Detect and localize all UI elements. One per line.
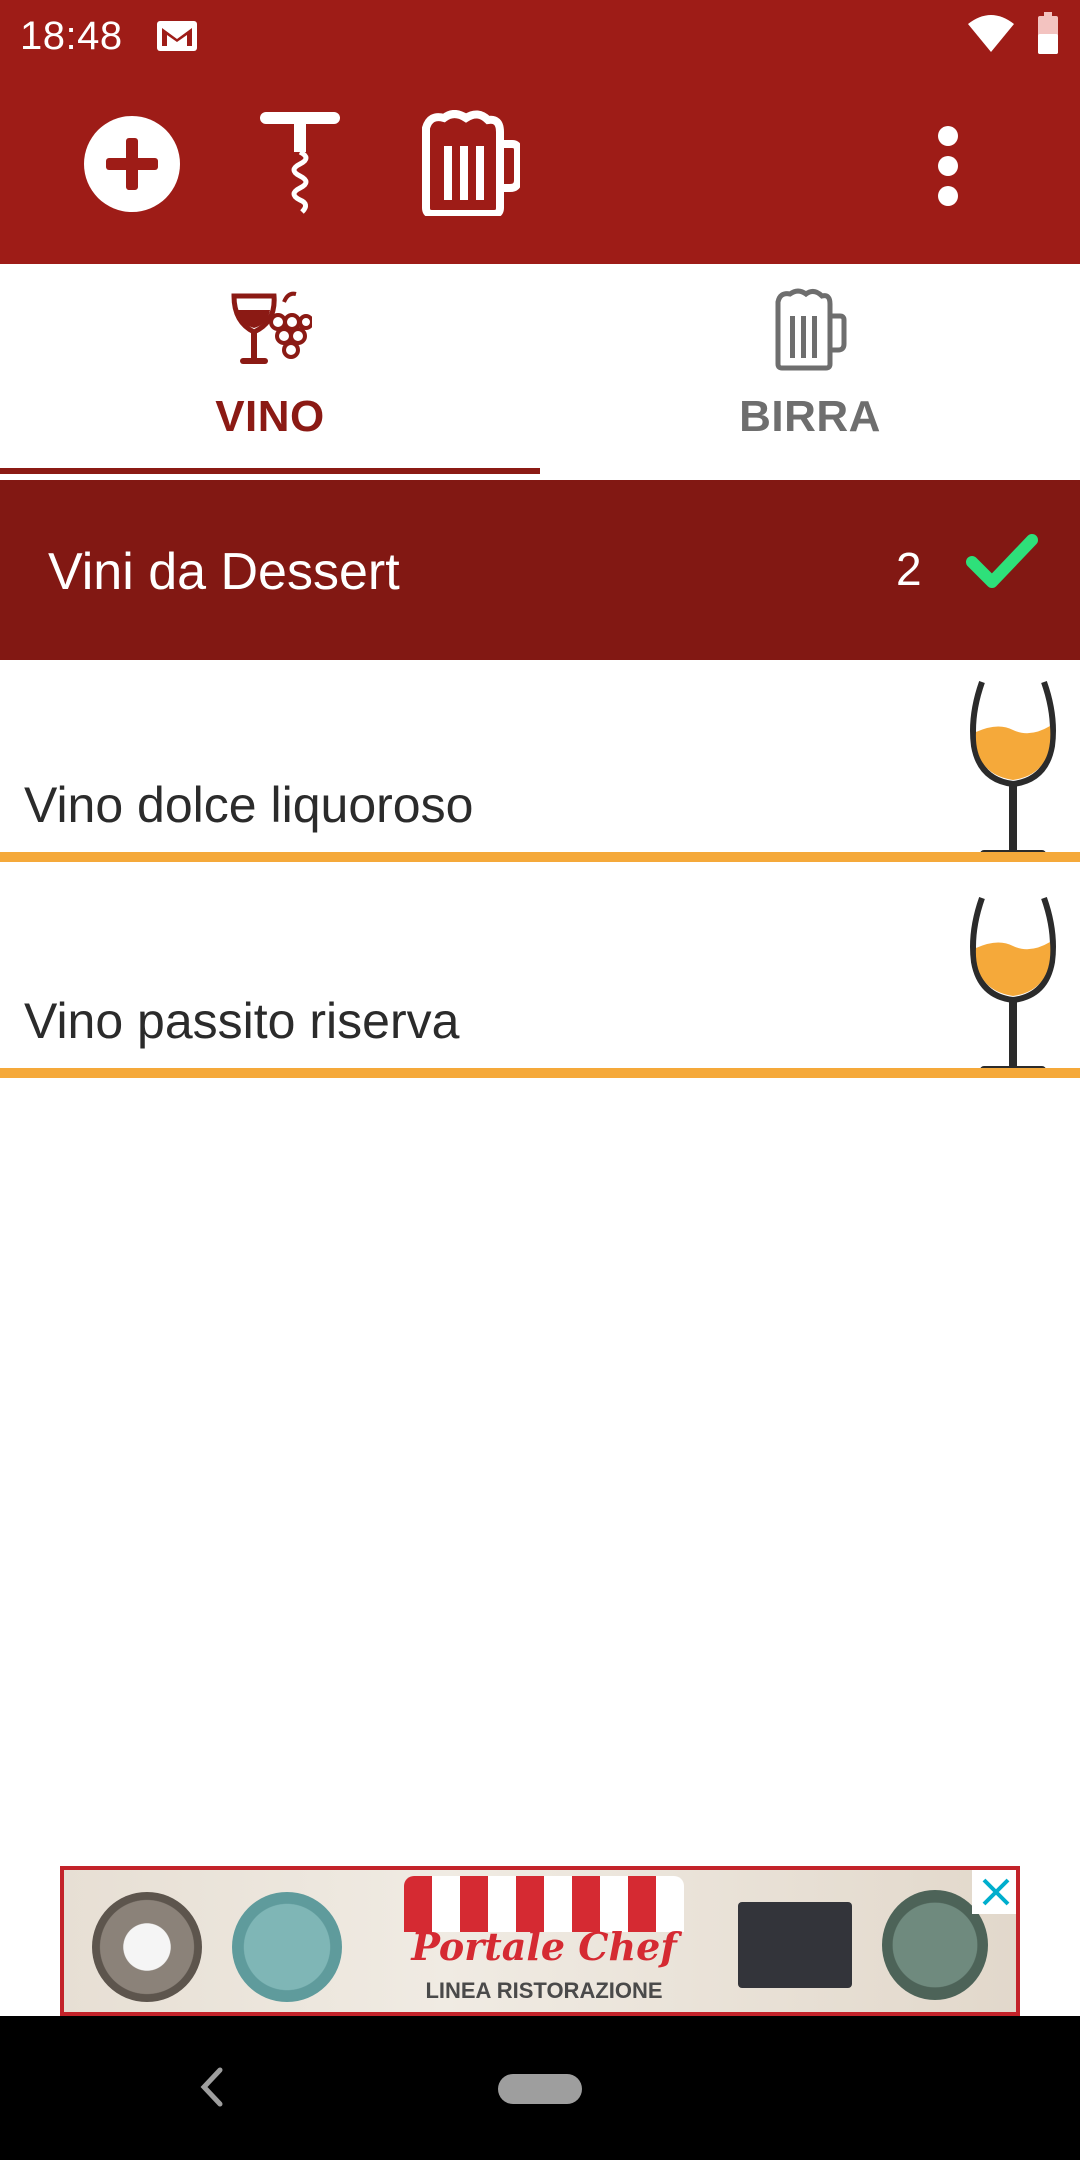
more-vert-icon: [938, 126, 958, 206]
battery-icon: [1038, 12, 1058, 54]
add-icon: [84, 116, 180, 212]
plate-image: [232, 1892, 342, 2002]
category-title: Vini da Dessert: [48, 543, 400, 601]
home-pill-button[interactable]: [498, 2074, 582, 2104]
overflow-menu-button[interactable]: [918, 116, 978, 216]
tab-vino[interactable]: VINO: [0, 264, 540, 480]
item-divider: [0, 852, 1080, 862]
status-time: 18:48: [20, 14, 123, 58]
category-header[interactable]: Vini da Dessert 2: [0, 480, 1080, 660]
app-toolbar: [0, 72, 1080, 264]
wine-name: Vino passito riserva: [24, 993, 460, 1049]
back-icon[interactable]: [192, 2062, 232, 2112]
wifi-icon: [968, 15, 1014, 52]
ad-banner[interactable]: Portale Chef LINEA RISTORAZIONE: [60, 1866, 1020, 2016]
item-divider: [0, 1068, 1080, 1078]
corkscrew-button[interactable]: [256, 108, 344, 216]
list-item[interactable]: Vino passito riserva: [0, 876, 1080, 1092]
tab-birra-label: BIRRA: [739, 392, 881, 441]
ad-brand: Portale Chef: [411, 1924, 677, 1969]
ad-tagline: LINEA RISTORAZIONE: [425, 1978, 663, 2003]
plate-image: [92, 1892, 202, 2002]
status-bar: 18:48: [0, 0, 1080, 72]
tab-selected-indicator: [0, 468, 540, 474]
close-icon: [982, 1878, 1010, 1906]
corkscrew-icon: [260, 112, 340, 214]
dessert-wine-glass-icon: [970, 681, 1056, 858]
wine-name: Vino dolce liquoroso: [24, 777, 474, 833]
tab-bar: VINO BIRRA: [0, 264, 1080, 480]
tab-vino-label: VINO: [215, 392, 325, 441]
category-count: 2: [896, 543, 922, 595]
ad-close-button[interactable]: [972, 1870, 1016, 1914]
slate-plate-image: [738, 1902, 852, 1988]
tab-birra[interactable]: BIRRA: [540, 264, 1080, 480]
beer-button[interactable]: [416, 110, 520, 216]
beer-mug-icon: [775, 288, 847, 371]
beer-mug-icon: [422, 110, 520, 216]
check-icon: [966, 534, 1038, 588]
system-nav-bar: [0, 2016, 1080, 2160]
list-item[interactable]: Vino dolce liquoroso: [0, 660, 1080, 876]
wine-grapes-icon: [231, 291, 312, 364]
add-button[interactable]: [82, 114, 182, 214]
mail-icon: [157, 21, 197, 51]
dessert-wine-glass-icon: [970, 897, 1056, 1074]
